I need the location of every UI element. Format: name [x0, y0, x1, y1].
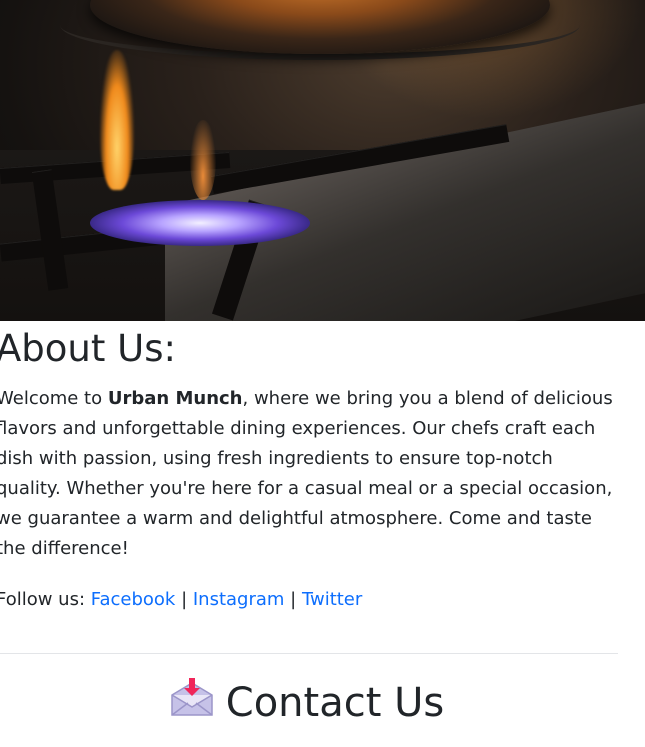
link-separator: | — [175, 589, 193, 610]
about-section: About Us: Welcome to Urban Munch, where … — [0, 325, 645, 727]
about-title: About Us: — [0, 327, 176, 370]
brand-name: Urban Munch — [107, 388, 243, 409]
about-paragraph: Welcome to Urban Munch, where we bring y… — [0, 384, 620, 564]
follow-us: Follow us: Facebook | Instagram | Twitte… — [0, 585, 645, 615]
hero-image — [0, 0, 645, 321]
instagram-link[interactable]: Instagram — [193, 589, 285, 610]
incoming-envelope-icon — [170, 678, 214, 718]
contact-title: Contact Us — [0, 678, 618, 727]
contact-title-text: Contact Us — [225, 680, 445, 726]
section-divider — [0, 653, 618, 654]
twitter-link[interactable]: Twitter — [302, 589, 362, 610]
follow-label: Follow us: — [0, 589, 91, 610]
facebook-link[interactable]: Facebook — [91, 589, 176, 610]
link-separator: | — [284, 589, 302, 610]
about-body: , where we bring you a blend of deliciou… — [0, 388, 613, 559]
about-intro: Welcome to — [0, 388, 108, 409]
